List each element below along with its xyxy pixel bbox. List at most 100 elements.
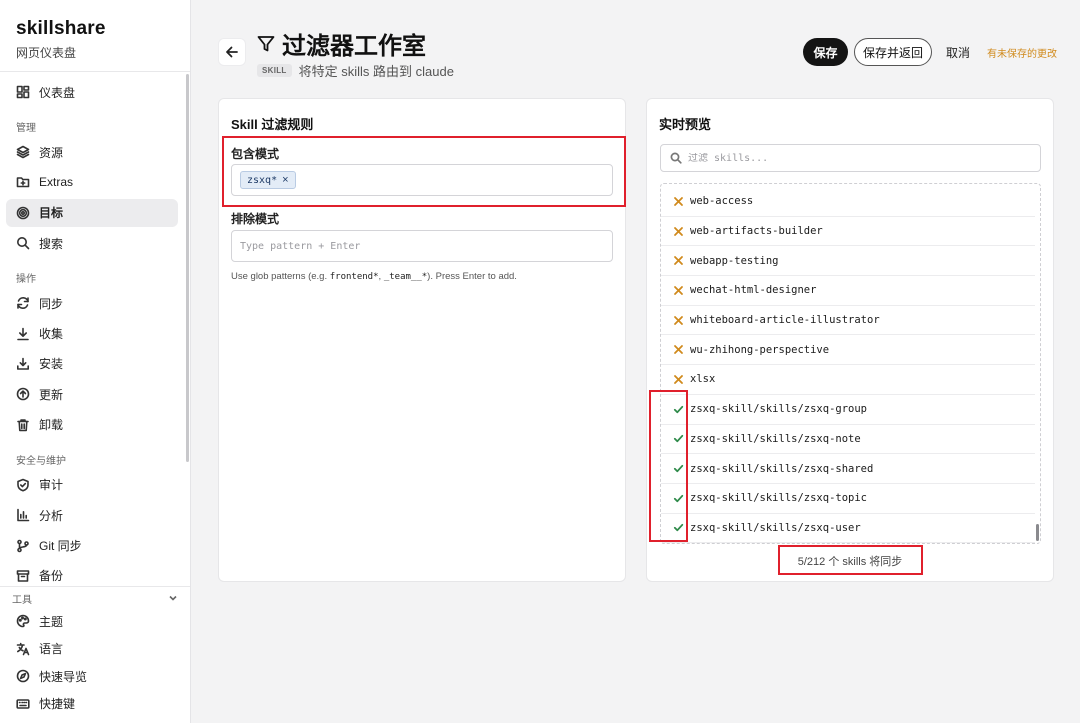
sidebar-item[interactable]: 同步	[6, 289, 178, 317]
download-icon	[16, 327, 30, 341]
keyboard-icon	[16, 697, 30, 711]
skill-name: zsxq-skill/skills/zsxq-group	[690, 403, 868, 416]
sidebar-item[interactable]: 分析	[6, 501, 178, 529]
sidebar-item[interactable]: 主题	[6, 608, 178, 634]
filter-rules-card: Skill 过滤规则 包含模式 zsxq*× 排除模式 Use glob pat…	[218, 98, 626, 582]
back-button[interactable]	[218, 38, 246, 66]
sidebar-item[interactable]: 语言	[6, 636, 178, 662]
search-icon	[16, 236, 30, 250]
skill-row[interactable]: zsxq-skill/skills/zsxq-note	[661, 425, 1035, 455]
upload-circle-icon	[16, 387, 30, 401]
list-scrollbar[interactable]	[1036, 524, 1039, 541]
skill-row[interactable]: zsxq-skill/skills/zsxq-shared	[661, 454, 1035, 484]
skill-name: whiteboard-article-illustrator	[690, 314, 880, 327]
skill-badge: SKILL	[257, 64, 292, 77]
x-icon	[672, 344, 684, 356]
sidebar-item-label: Extras	[39, 175, 74, 190]
sidebar-item[interactable]: 仪表盘	[6, 78, 178, 106]
archive-icon	[16, 569, 30, 583]
exclude-patterns-input[interactable]	[231, 230, 613, 262]
sidebar-item-label: 搜索	[39, 236, 64, 251]
sidebar-item-label: 安装	[39, 357, 64, 372]
sidebar-item[interactable]: 目标	[6, 198, 178, 227]
skill-row[interactable]: webapp-testing	[661, 246, 1035, 277]
filter-icon	[257, 35, 275, 51]
sidebar-item[interactable]: 卸载	[6, 411, 178, 439]
sidebar-item-label: 主题	[39, 614, 64, 629]
refresh-icon	[16, 296, 30, 310]
sidebar-item[interactable]: 资源	[6, 138, 178, 166]
skills-filter-input[interactable]	[688, 152, 1028, 164]
skills-preview-list[interactable]: web-access web-artifacts-builder webapp-te…	[660, 183, 1041, 544]
skill-row[interactable]: web-access	[661, 187, 1035, 217]
sidebar-section-title: 操作	[16, 274, 36, 286]
skill-name: zsxq-skill/skills/zsxq-note	[690, 432, 861, 445]
sidebar-item-label: 分析	[39, 508, 64, 523]
hint-example-1: frontend*	[329, 272, 379, 282]
sidebar-item-label: 仪表盘	[39, 85, 76, 100]
arrow-left-icon	[226, 46, 238, 58]
save-button[interactable]: 保存	[803, 38, 848, 66]
skill-row[interactable]: zsxq-skill/skills/zsxq-user	[661, 514, 1035, 543]
sidebar-item[interactable]: 搜索	[6, 229, 178, 257]
sidebar-item[interactable]: Git 同步	[6, 532, 178, 560]
glob-hint: Use glob patterns (e.g. frontend*, _team…	[231, 271, 517, 282]
cancel-button[interactable]: 取消	[946, 38, 970, 66]
app-name: skillshare	[16, 18, 106, 39]
sidebar-item-label: 收集	[39, 327, 64, 342]
bar-chart-icon	[16, 508, 30, 522]
summary-highlight-box	[778, 545, 923, 575]
include-highlight-box	[222, 136, 626, 207]
x-icon	[672, 314, 684, 326]
brand[interactable]: skillshare 网页仪表盘	[16, 18, 106, 61]
skill-row[interactable]: zsxq-skill/skills/zsxq-topic	[661, 484, 1035, 514]
tools-section-header[interactable]: 工具	[12, 591, 178, 606]
sidebar-section-title: 安全与维护	[16, 455, 66, 467]
skill-name: webapp-testing	[690, 254, 779, 267]
skill-name: xlsx	[690, 373, 716, 386]
sidebar-item-label: 资源	[39, 145, 64, 160]
shield-check-icon	[16, 478, 30, 492]
live-preview-card: 实时预览 web-access web-artifacts-builder weba…	[646, 98, 1054, 582]
x-icon	[672, 373, 684, 385]
sidebar-item-label: 目标	[39, 206, 64, 221]
sidebar-item[interactable]: 收集	[6, 320, 178, 348]
skill-row[interactable]: whiteboard-article-illustrator	[661, 306, 1035, 336]
save-and-return-button[interactable]: 保存并返回	[854, 38, 932, 66]
skill-name: zsxq-skill/skills/zsxq-shared	[690, 462, 874, 475]
dashboard-icon	[16, 85, 30, 99]
sidebar-item[interactable]: 安装	[6, 350, 178, 378]
sidebar-item[interactable]: 快捷键	[6, 691, 178, 717]
chevron-down-icon	[169, 595, 177, 601]
tools-nav: 主题语言快速导览快捷键	[6, 608, 178, 718]
sidebar-scrollbar[interactable]	[186, 74, 189, 462]
sidebar-item[interactable]: 审计	[6, 471, 178, 499]
hint-example-2: _team__*	[383, 272, 428, 282]
sidebar-nav: 仪表盘 管理 资源 Extras 目标 搜索 操作 同步 收集 安装 更新 卸载 安全与维护 审计 分析 Gi…	[6, 78, 178, 592]
skill-row[interactable]: xlsx	[661, 365, 1035, 395]
page-subtitle-row: SKILL 将特定 skills 路由到 claude	[257, 61, 454, 80]
sidebar-item[interactable]: 快速导览	[6, 663, 178, 689]
sidebar-item-label: 同步	[39, 296, 64, 311]
sidebar-item[interactable]: 更新	[6, 380, 178, 408]
sidebar-item-label: 快速导览	[39, 669, 88, 684]
skill-name: wu-zhihong-perspective	[690, 343, 830, 356]
palette-icon	[16, 614, 30, 628]
skill-row[interactable]: wechat-html-designer	[661, 276, 1035, 306]
skill-row[interactable]: zsxq-skill/skills/zsxq-group	[661, 395, 1035, 425]
included-marks-highlight-box	[649, 390, 688, 542]
skill-row[interactable]: web-artifacts-builder	[661, 217, 1035, 247]
app-subtitle: 网页仪表盘	[16, 46, 77, 60]
skill-name: zsxq-skill/skills/zsxq-user	[690, 521, 861, 534]
folder-plus-icon	[16, 175, 30, 189]
x-icon	[672, 284, 684, 296]
target-icon	[16, 206, 30, 220]
hint-prefix: Use glob patterns (e.g.	[231, 271, 330, 282]
skills-filter-field[interactable]	[660, 144, 1041, 172]
skill-name: wechat-html-designer	[690, 284, 817, 297]
page-title-row: 过滤器工作室	[256, 26, 426, 61]
sidebar-item-label: 卸载	[39, 418, 64, 433]
skill-name: zsxq-skill/skills/zsxq-topic	[690, 492, 868, 505]
skill-row[interactable]: wu-zhihong-perspective	[661, 335, 1035, 366]
sidebar-item[interactable]: Extras	[6, 168, 178, 196]
